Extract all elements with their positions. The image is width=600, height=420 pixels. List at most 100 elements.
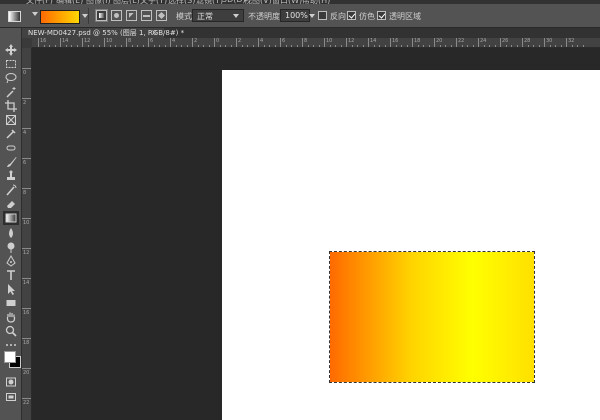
eraser-icon[interactable] [3,197,19,211]
ruler-label: 6 [150,38,154,44]
dodge-icon[interactable] [3,240,19,254]
opacity-field[interactable]: 100% [280,9,315,22]
crop-icon[interactable] [3,99,19,113]
quick-mask-icon[interactable] [3,375,19,389]
frame-icon[interactable] [3,113,19,127]
opacity-label: 不透明度: [248,12,283,21]
ruler-tick [104,38,105,47]
gradient-editor-swatch[interactable] [40,10,80,24]
ruler-tick [478,38,479,47]
vertical-ruler[interactable]: 0 2 4 6 8 10 12 14 16 18 20 22 [22,48,32,420]
diamond-gradient-button[interactable] [156,10,167,21]
lasso-icon[interactable] [3,71,19,85]
type-icon[interactable] [3,268,19,282]
reverse-checkbox[interactable] [318,11,327,20]
horizontal-ruler[interactable]: 16 14 12 10 8 6 4 2 0 2 4 6 8 10 12 14 16 18 20 22 24 26 28 30 3… [32,38,600,48]
divider [88,8,89,24]
ruler-tick [126,38,127,47]
ruler-label: 22 [458,38,465,44]
ruler-label: 10 [23,220,30,226]
eyedropper-icon[interactable] [3,127,19,141]
dither-label: 仿色 [359,12,375,21]
mode-select-value: 正常 [197,12,213,21]
ruler-tick [324,38,325,47]
gradient-tool-icon [8,11,21,22]
rectangle-icon[interactable] [3,296,19,310]
document-tab[interactable]: NEW-MD0427.psd @ 55% (图层 1, RGB/8#) * × [22,28,184,38]
document-tab-bar: NEW-MD0427.psd @ 55% (图层 1, RGB/8#) * × [22,28,600,38]
pen-icon[interactable] [3,254,19,268]
ruler-label: 6 [23,160,27,166]
document-workspace [32,48,600,420]
ruler-label: 14 [62,38,69,44]
ruler-label: 2 [194,38,198,44]
document-canvas[interactable] [222,70,600,420]
move-icon[interactable] [3,43,19,57]
ruler-label: 6 [282,38,286,44]
ruler-tick [60,38,61,47]
ruler-tick [544,38,545,47]
ruler-tick [22,218,31,219]
path-select-icon[interactable] [3,282,19,296]
ruler-tick [192,38,193,47]
close-icon[interactable]: × [151,28,158,38]
ruler-tick [566,38,567,47]
brush-icon[interactable] [3,155,19,169]
ruler-tick [22,68,31,69]
chevron-down-icon [309,14,315,18]
tools-panel [0,28,22,420]
tool-preset-picker[interactable] [6,9,38,23]
ruler-tick [500,38,501,47]
ruler-label: 12 [84,38,91,44]
ruler-label: 4 [260,38,264,44]
ruler-tick [22,158,31,159]
ruler-corner[interactable] [22,38,32,48]
healing-icon[interactable] [3,141,19,155]
blur-icon[interactable] [3,226,19,240]
ruler-label: 18 [23,340,30,346]
ruler-label: 32 [568,38,575,44]
ruler-label: 2 [23,100,27,106]
ruler-label: 10 [106,38,113,44]
gradient-selection[interactable] [329,251,535,383]
ruler-tick [22,338,31,339]
ruler-label: 10 [326,38,333,44]
ruler-label: 4 [23,130,27,136]
screen-mode-icon[interactable] [3,390,19,404]
ruler-tick [280,38,281,47]
ruler-label: 18 [414,38,421,44]
reflected-gradient-button[interactable] [141,10,152,21]
ruler-tick [22,248,31,249]
ruler-tick [170,38,171,47]
transparency-label: 透明区域 [389,12,421,21]
mode-select[interactable]: 正常 [192,9,244,22]
ruler-label: 0 [216,38,220,44]
ruler-label: 28 [524,38,531,44]
ruler-tick [456,38,457,47]
linear-gradient-button[interactable] [95,9,108,22]
hand-icon[interactable] [3,310,19,324]
ruler-label: 20 [436,38,443,44]
ruler-tick [22,98,31,99]
history-brush-icon[interactable] [3,183,19,197]
color-swatches[interactable] [3,350,21,368]
zoom-icon[interactable] [3,324,19,338]
transparency-checkbox[interactable] [377,11,386,20]
ruler-tick [22,398,31,399]
marquee-icon[interactable] [3,57,19,71]
ruler-tick [302,38,303,47]
angle-gradient-button[interactable] [126,10,137,21]
ruler-tick [38,38,39,47]
ruler-tick [522,38,523,47]
dither-checkbox[interactable] [347,11,356,20]
ruler-label: 12 [348,38,355,44]
ruler-label: 24 [480,38,487,44]
foreground-color-swatch[interactable] [4,351,16,363]
stamp-icon[interactable] [3,169,19,183]
gradient-icon[interactable] [3,211,19,225]
document-tab-title: NEW-MD0427.psd @ 55% (图层 1, RGB/8#) * [28,29,185,37]
ruler-label: 14 [23,280,30,286]
magic-wand-icon[interactable] [3,85,19,99]
ruler-label: 14 [370,38,377,44]
radial-gradient-button[interactable] [111,10,122,21]
